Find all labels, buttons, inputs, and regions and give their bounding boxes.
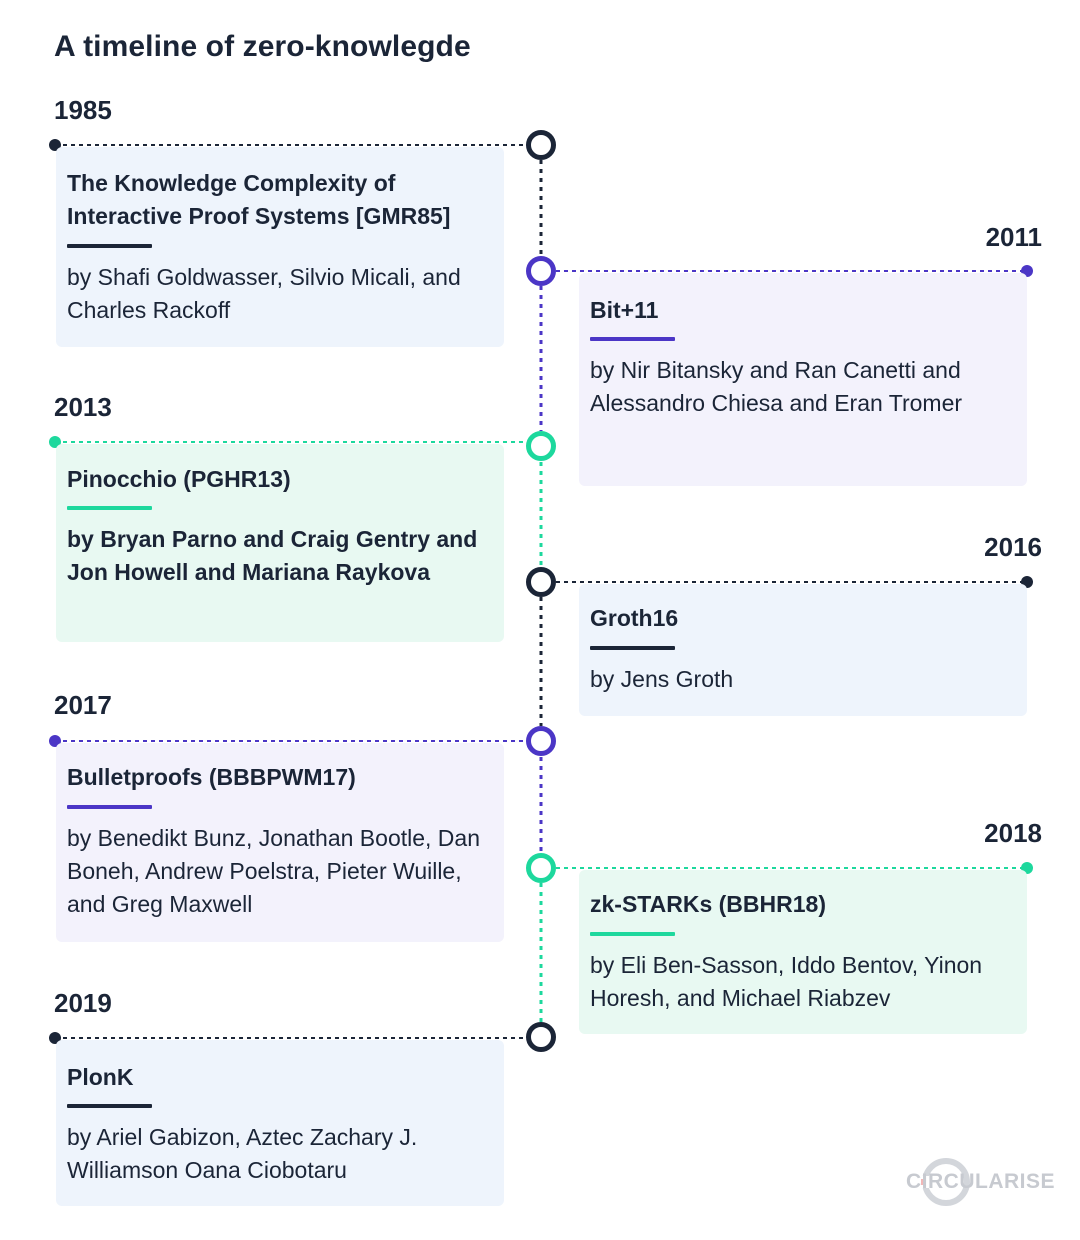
spine-node-2017 (526, 726, 556, 756)
logo-wordmark: CIRCULARISE (906, 1170, 1056, 1193)
event-title: PlonK (67, 1064, 134, 1090)
event-title: Bit+11 (590, 297, 659, 323)
year-label-2017: 2017 (54, 690, 112, 720)
event-authors: by Nir Bitansky and Ran Canetti and Ales… (590, 357, 963, 416)
event-title: The Knowledge Complexity of Interactive … (67, 170, 451, 229)
event-title: Bulletproofs (BBBPWM17) (67, 764, 356, 790)
spine-node-2019 (526, 1022, 556, 1052)
title-underline (590, 646, 675, 650)
year-label-2018: 2018 (984, 818, 1042, 848)
title-underline (590, 337, 675, 341)
event-card-2016: Groth16 by Jens Groth (579, 584, 1027, 716)
event-authors: by Jens Groth (590, 666, 734, 692)
year-label-2013: 2013 (54, 392, 112, 422)
event-card-2019: PlonK by Ariel Gabizon, Aztec Zachary J.… (56, 1040, 504, 1206)
title-underline (67, 244, 152, 248)
title-underline (67, 1104, 152, 1108)
event-card-2017: Bulletproofs (BBBPWM17) by Benedikt Bunz… (56, 743, 504, 942)
spine-node-2011 (526, 256, 556, 286)
event-card-2013: Pinocchio (PGHR13) by Bryan Parno and Cr… (56, 444, 504, 642)
year-label-2011: 2011 (985, 222, 1042, 252)
event-card-2011: Bit+11 by Nir Bitansky and Ran Canetti a… (579, 273, 1027, 486)
title-underline (67, 805, 152, 809)
event-title: Groth16 (590, 605, 679, 631)
event-title: Pinocchio (PGHR13) (67, 466, 291, 492)
year-label-2019: 2019 (54, 988, 112, 1018)
spine-node-1985 (526, 130, 556, 160)
event-title: zk-STARKs (BBHR18) (590, 891, 826, 917)
year-label-2016: 2016 (984, 532, 1042, 562)
spine-node-2013 (526, 431, 556, 461)
event-authors: by Eli Ben-Sasson, Iddo Bentov, Yinon Ho… (590, 952, 983, 1011)
title-underline (67, 506, 152, 510)
event-authors: by Shafi Goldwasser, Silvio Micali, and … (67, 264, 461, 323)
event-card-2018: zk-STARKs (BBHR18) by Eli Ben-Sasson, Id… (579, 870, 1027, 1034)
spine-node-2018 (526, 853, 556, 883)
event-card-1985: The Knowledge Complexity of Interactive … (56, 147, 504, 347)
year-label-1985: 1985 (54, 95, 112, 125)
event-authors: by Benedikt Bunz, Jonathan Bootle, Dan B… (67, 825, 481, 917)
event-authors: by Bryan Parno and Craig Gentry and Jon … (67, 526, 478, 585)
spine-node-2016 (526, 567, 556, 597)
event-authors: by Ariel Gabizon, Aztec Zachary J. Willi… (67, 1124, 418, 1183)
title-underline (590, 932, 675, 936)
